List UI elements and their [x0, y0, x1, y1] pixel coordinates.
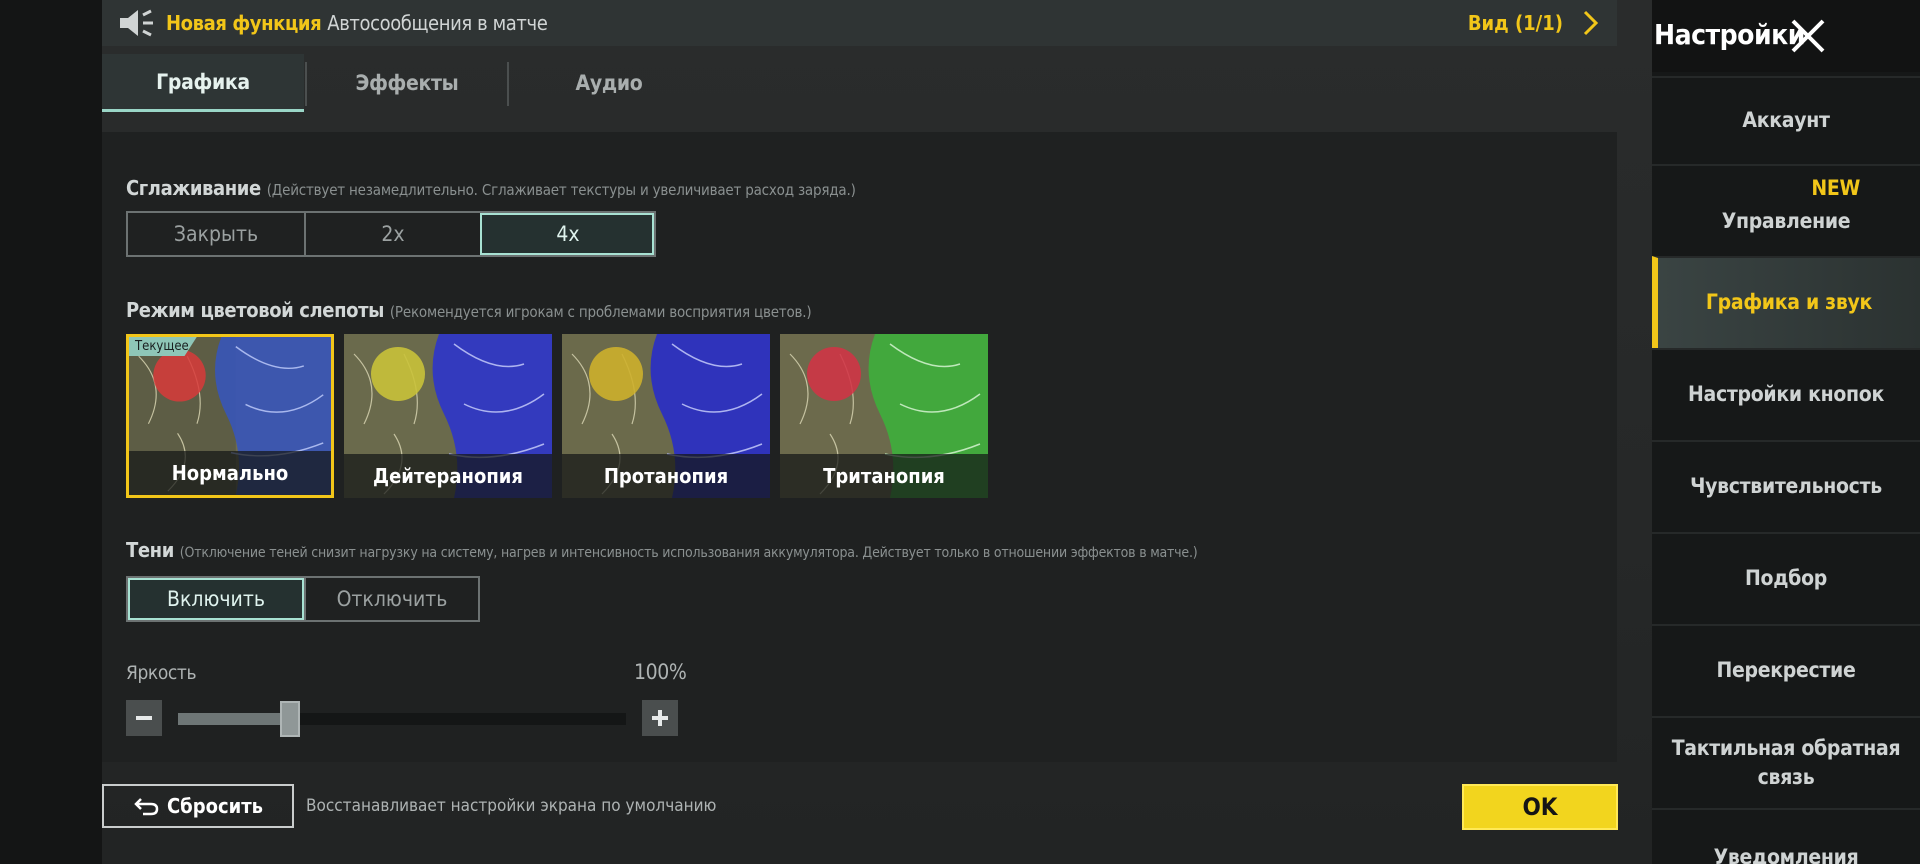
sidebar-item-haptic-feedback[interactable]: Тактильная обратная связь — [1652, 716, 1920, 808]
speaker-icon — [120, 9, 153, 37]
sidebar-item-graphics-audio[interactable]: Графика и звук — [1652, 256, 1920, 348]
announcement-bar[interactable]: Новая функция Автосообщения в матче Вид … — [102, 0, 1617, 46]
reset-button[interactable]: Сбросить — [102, 784, 294, 828]
ok-button[interactable]: OK — [1462, 784, 1618, 830]
tab-graphics[interactable]: Графика — [102, 54, 304, 112]
undo-icon — [134, 798, 159, 816]
antialiasing-option-4x[interactable]: 4x — [480, 213, 654, 255]
left-edge — [0, 0, 102, 864]
chevron-right-icon[interactable] — [1581, 8, 1601, 38]
shadows-selector: Включить Отключить — [126, 576, 480, 622]
plus-icon — [652, 710, 668, 726]
colorblind-card-protanopia[interactable]: Протанопия — [562, 334, 770, 498]
brightness-title: Яркость — [126, 662, 197, 684]
colorblind-title: Режим цветовой слепоты (Рекомендуется иг… — [126, 298, 812, 322]
colorblind-title-text: Режим цветовой слепоты — [126, 298, 384, 322]
antialiasing-option-2x[interactable]: 2x — [304, 213, 480, 255]
sidebar-item-notifications[interactable]: Уведомления — [1652, 808, 1920, 864]
antialiasing-selector: Закрыть 2x 4x — [126, 211, 656, 257]
sidebar-item-matchmaking[interactable]: Подбор — [1652, 532, 1920, 624]
colorblind-label-normal: Нормально — [129, 451, 331, 495]
announcement-message: Автосообщения в матче — [327, 11, 548, 35]
brightness-increase-button[interactable] — [642, 700, 678, 736]
view-button[interactable]: Вид (1/1) — [1468, 11, 1563, 35]
sidebar-item-notifications-label: Уведомления — [1713, 844, 1859, 864]
sidebar-item-crosshair[interactable]: Перекрестие — [1652, 624, 1920, 716]
sidebar-item-controls-label: Управление — [1721, 209, 1851, 234]
close-icon[interactable] — [1788, 16, 1828, 56]
settings-sidebar: Настройки Аккаунт NEW Управление Графика… — [1652, 0, 1920, 864]
announcement-new-label: Новая функция — [166, 11, 322, 35]
colorblind-note: (Рекомендуется игрокам с проблемами восп… — [389, 303, 812, 321]
settings-tabs: Графика Эффекты Аудио — [102, 54, 1617, 112]
shadows-note: (Отключение теней снизит нагрузку на сис… — [179, 545, 1198, 561]
sidebar-item-sensitivity[interactable]: Чувствительность — [1652, 440, 1920, 532]
sidebar-item-button-settings[interactable]: Настройки кнопок — [1652, 348, 1920, 440]
colorblind-label-deuteranopia: Дейтеранопия — [344, 454, 552, 498]
colorblind-card-normal[interactable]: Текущее Нормально — [126, 334, 334, 498]
colorblind-card-tritanopia[interactable]: Тританопия — [780, 334, 988, 498]
antialiasing-title-text: Сглаживание — [126, 176, 261, 200]
antialiasing-option-off[interactable]: Закрыть — [128, 213, 304, 255]
shadows-on-button[interactable]: Включить — [128, 578, 304, 620]
antialiasing-title: Сглаживание (Действует незамедлительно. … — [126, 176, 856, 200]
tab-audio[interactable]: Аудио — [509, 54, 709, 112]
sidebar-title: Настройки — [1654, 18, 1805, 51]
colorblind-label-tritanopia: Тританопия — [780, 454, 988, 498]
reset-note: Восстанавливает настройки экрана по умол… — [306, 796, 717, 816]
tab-effects[interactable]: Эффекты — [307, 54, 507, 112]
colorblind-card-deuteranopia[interactable]: Дейтеранопия — [344, 334, 552, 498]
sidebar-item-controls[interactable]: NEW Управление — [1652, 164, 1920, 256]
shadows-off-button[interactable]: Отключить — [304, 578, 478, 620]
reset-button-label: Сбросить — [166, 794, 264, 818]
sidebar-header: Настройки — [1652, 0, 1920, 72]
shadows-title-text: Тени — [126, 538, 174, 562]
brightness-value: 100% — [634, 660, 687, 684]
minus-icon — [136, 716, 152, 720]
brightness-slider[interactable] — [178, 701, 626, 737]
sidebar-item-account[interactable]: Аккаунт — [1652, 76, 1920, 164]
brightness-slider-thumb[interactable] — [280, 701, 300, 737]
antialiasing-note: (Действует незамедлительно. Сглаживает т… — [266, 181, 856, 199]
new-badge: NEW — [1811, 176, 1860, 200]
shadows-title: Тени (Отключение теней снизит нагрузку н… — [126, 538, 1198, 562]
colorblind-label-protanopia: Протанопия — [562, 454, 770, 498]
brightness-decrease-button[interactable] — [126, 700, 162, 736]
brightness-slider-fill — [178, 713, 290, 725]
